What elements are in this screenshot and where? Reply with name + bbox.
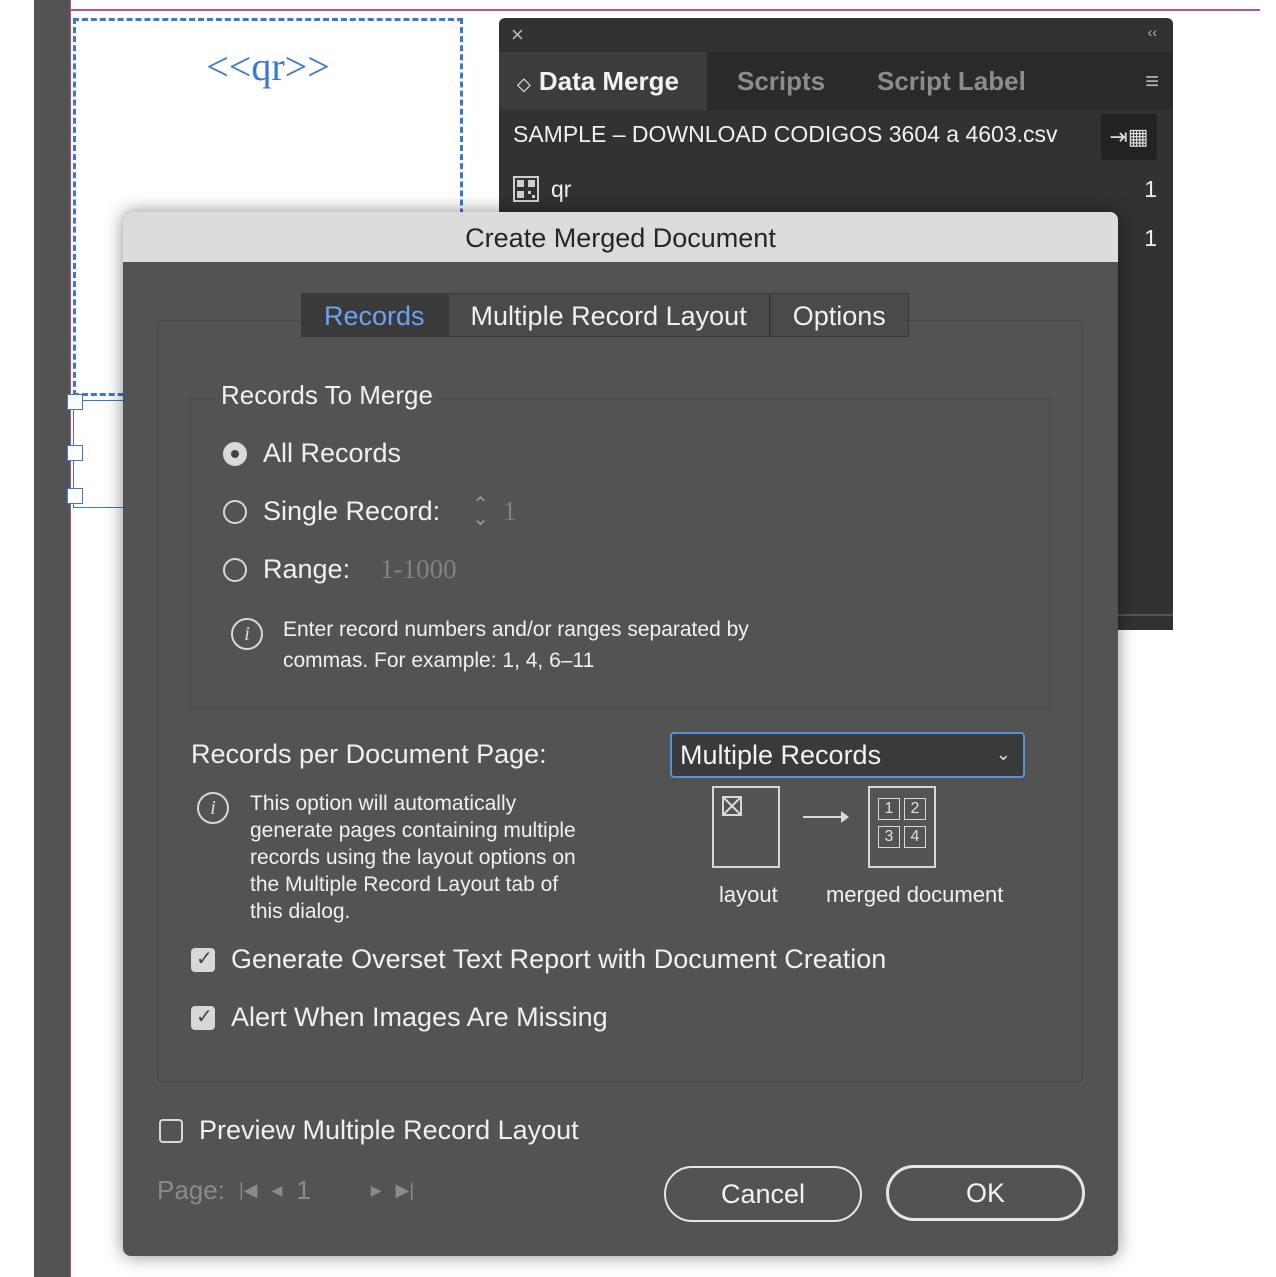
qr-field-icon [513, 176, 539, 202]
create-merged-document-dialog: Create Merged Document Records Multiple … [123, 212, 1118, 1256]
help-line: commas. For example: 1, 4, 6–11 [283, 649, 595, 672]
field-count: 1 [1144, 176, 1157, 202]
panel-tabs: ◇ Data Merge Scripts Script Label ≡ [499, 52, 1173, 110]
missing-images-checkbox[interactable] [191, 1004, 215, 1030]
import-data-icon[interactable]: ⇥▦ [1101, 114, 1157, 160]
help-line: generate pages containing multiple [250, 819, 576, 842]
merged-document-caption: merged document [826, 882, 1004, 907]
tab-script-label[interactable]: Script Label [877, 52, 1026, 110]
field-count: 1 [1144, 225, 1157, 251]
record-stepper-icon[interactable]: ⌃ ⌄ [472, 495, 489, 529]
collapse-icon[interactable]: ‹‹ [1148, 24, 1157, 40]
records-to-merge-heading: Records To Merge [221, 380, 437, 411]
arrow-head [841, 811, 849, 823]
records-per-page-select[interactable]: Multiple Records ⌄ [670, 732, 1025, 778]
help-line: this dialog. [250, 900, 351, 923]
records-per-page-value: Multiple Records [680, 740, 882, 770]
tab-scripts[interactable]: Scripts [737, 52, 825, 110]
frame-handle[interactable] [67, 488, 83, 504]
help-line: the Multiple Record Layout tab of [250, 873, 559, 896]
range-help-text: Enter record numbers and/or ranges separ… [283, 614, 749, 676]
info-icon: i [231, 618, 263, 650]
next-page-icon[interactable]: ▶ [371, 1182, 382, 1199]
page-number-field[interactable]: 1 [296, 1175, 310, 1206]
range-option[interactable]: Range: 1-1000 [223, 554, 457, 585]
preview-layout-label: Preview Multiple Record Layout [199, 1115, 579, 1145]
dialog-title: Create Merged Document [123, 212, 1118, 262]
frame-handle[interactable] [67, 445, 83, 461]
tab-data-merge[interactable]: ◇ Data Merge [499, 52, 707, 110]
missing-images-label: Alert When Images Are Missing [231, 1002, 608, 1032]
records-per-page-label: Records per Document Page: [191, 739, 547, 769]
tab-label: Data Merge [538, 66, 679, 96]
help-line: records using the layout options on [250, 846, 576, 869]
data-source-filename: SAMPLE – DOWNLOAD CODIGOS 3604 a 4603.cs… [513, 121, 1058, 147]
tab-records[interactable]: Records [301, 293, 448, 337]
frame-handle[interactable] [67, 394, 83, 410]
help-line: This option will automatically [250, 792, 517, 815]
diagram-cell: 2 [904, 798, 926, 820]
placeholder-frame-icon [722, 796, 742, 816]
all-records-radio[interactable] [223, 441, 247, 466]
qr-placeholder-text: <<qr>> [206, 44, 330, 89]
diagram-cell: 1 [878, 798, 900, 820]
tab-chevron-icon: ◇ [517, 74, 531, 94]
cancel-button[interactable]: Cancel [664, 1166, 862, 1222]
ok-button[interactable]: OK [886, 1165, 1085, 1221]
last-page-icon[interactable]: ▶| [396, 1180, 415, 1201]
single-record-field[interactable]: 1 [503, 496, 517, 527]
previous-page-icon[interactable]: ◀ [271, 1182, 282, 1199]
layout-caption: layout [719, 882, 778, 907]
layout-diagram-page [712, 786, 780, 868]
range-label: Range: [263, 554, 351, 584]
field-row[interactable]: qr 1 [513, 170, 1157, 214]
records-per-page-help: This option will automatically generate … [250, 790, 576, 925]
panel-titlebar: × ‹‹ [499, 18, 1173, 52]
pasteboard [34, 0, 70, 1277]
close-icon[interactable]: × [511, 22, 524, 48]
overset-report-label: Generate Overset Text Report with Docume… [231, 944, 887, 974]
chevron-down-icon: ⌄ [995, 744, 1011, 764]
first-page-icon[interactable]: |◀ [239, 1180, 258, 1201]
range-radio[interactable] [223, 557, 247, 582]
diagram-cell: 3 [878, 826, 900, 848]
preview-layout-checkbox[interactable] [159, 1118, 183, 1143]
all-records-label: All Records [263, 438, 402, 468]
single-record-radio[interactable] [223, 499, 247, 524]
single-record-option[interactable]: Single Record: ⌃ ⌄ 1 [223, 495, 517, 529]
tab-options[interactable]: Options [769, 293, 909, 337]
info-icon: i [197, 792, 229, 824]
merged-diagram-page: 1 2 3 4 [868, 786, 936, 868]
page-edge-guide [70, 0, 71, 1277]
diagram-cell: 4 [904, 826, 926, 848]
page-navigation: Page: |◀ ◀ 1 ▶ ▶| [157, 1175, 428, 1206]
single-record-label: Single Record: [263, 496, 441, 526]
window-edge [0, 0, 34, 1277]
page-label: Page: [157, 1175, 225, 1205]
overset-report-option[interactable]: Generate Overset Text Report with Docume… [191, 944, 886, 975]
missing-images-option[interactable]: Alert When Images Are Missing [191, 1002, 608, 1033]
help-line: Enter record numbers and/or ranges separ… [283, 618, 749, 641]
field-name: qr [551, 176, 572, 202]
dialog-tabs: Records Multiple Record Layout Options [301, 293, 909, 339]
overset-report-checkbox[interactable] [191, 946, 215, 972]
preview-layout-option[interactable]: Preview Multiple Record Layout [159, 1115, 579, 1146]
range-field[interactable]: 1-1000 [380, 554, 457, 585]
all-records-option[interactable]: All Records [223, 438, 401, 469]
panel-menu-icon[interactable]: ≡ [1145, 68, 1159, 96]
tab-multiple-record-layout[interactable]: Multiple Record Layout [447, 293, 770, 337]
page-top-guide [70, 9, 1260, 11]
